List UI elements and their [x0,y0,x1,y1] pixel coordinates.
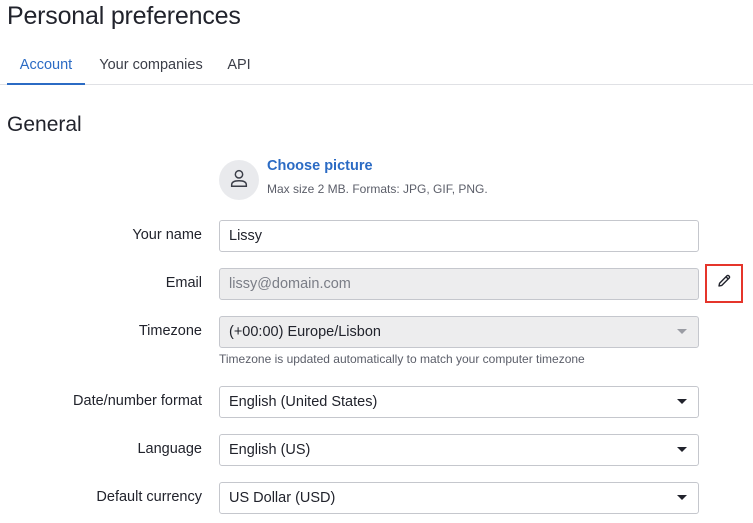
date-format-select[interactable]: English (United States) [219,386,699,418]
tab-bar: Account Your companies API [0,48,753,85]
default-currency-label: Default currency [96,489,202,505]
timezone-select: (+00:00) Europe/Lisbon [219,316,699,348]
avatar[interactable] [219,160,259,200]
personal-preferences-page: Personal preferences Account Your compan… [0,0,753,523]
tab-account[interactable]: Account [7,48,85,85]
your-name-label: Your name [132,227,202,243]
chevron-down-icon [677,399,687,404]
language-label: Language [137,441,202,457]
email-field: lissy@domain.com [219,268,699,300]
user-icon [228,167,250,194]
date-format-label: Date/number format [73,393,202,409]
default-currency-value: US Dollar (USD) [229,490,336,506]
timezone-value: (+00:00) Europe/Lisbon [229,324,381,340]
page-title: Personal preferences [7,2,241,30]
tab-your-companies[interactable]: Your companies [97,48,205,85]
pencil-icon [716,273,732,294]
timezone-label: Timezone [138,323,202,339]
language-select[interactable]: English (US) [219,434,699,466]
chevron-down-icon [677,447,687,452]
chevron-down-icon [677,495,687,500]
email-label: Email [165,275,202,291]
your-name-input[interactable] [219,220,699,252]
tab-api[interactable]: API [226,48,252,85]
edit-email-button[interactable] [705,264,743,303]
date-format-value: English (United States) [229,394,378,410]
choose-picture-link[interactable]: Choose picture [267,158,373,174]
chevron-down-icon [677,329,687,334]
language-value: English (US) [229,442,311,458]
default-currency-select[interactable]: US Dollar (USD) [219,482,699,514]
timezone-help-text: Timezone is updated automatically to mat… [219,352,585,366]
section-title-general: General [7,113,82,136]
picture-format-hint: Max size 2 MB. Formats: JPG, GIF, PNG. [267,182,488,196]
